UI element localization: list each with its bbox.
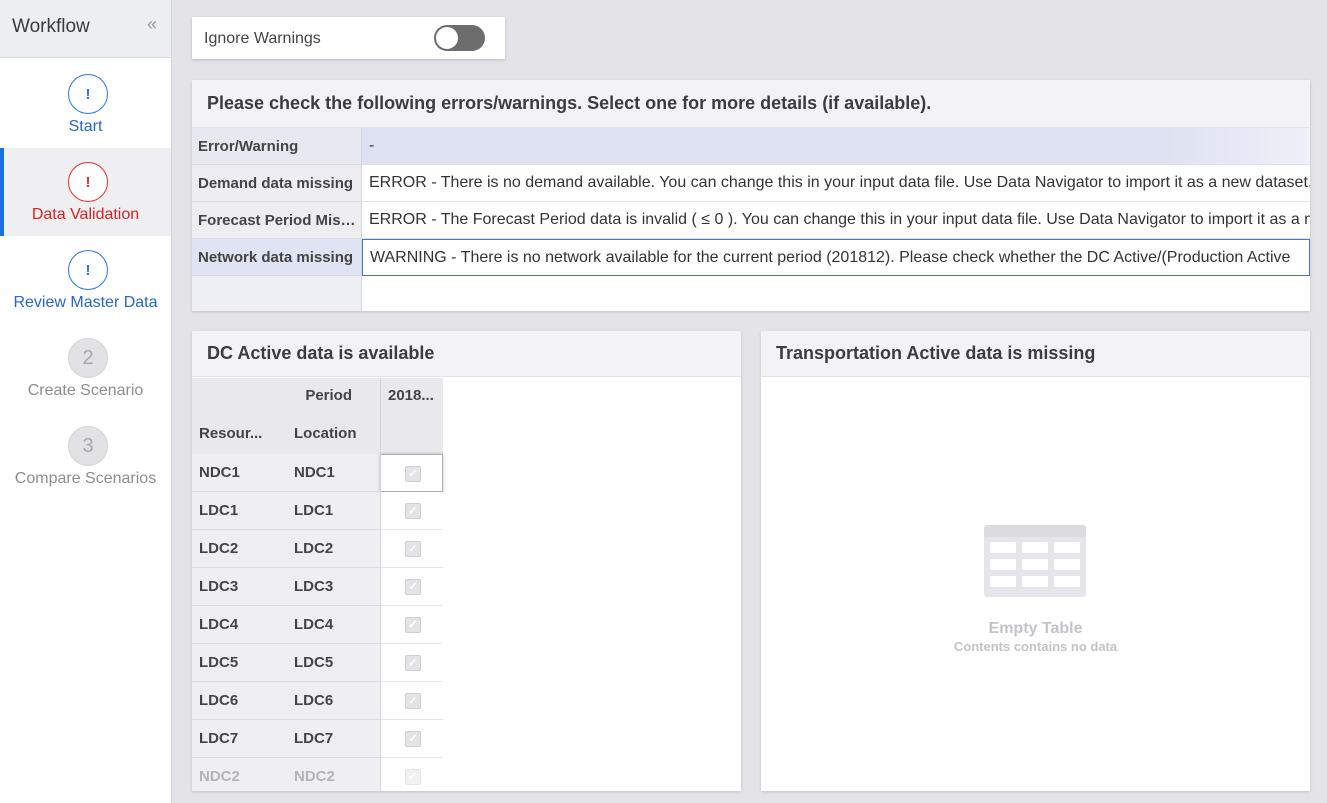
step-start[interactable]: ! Start (0, 60, 171, 148)
column-header-period[interactable]: Period (192, 378, 380, 416)
transport-panel-title: Transportation Active data is missing (776, 343, 1096, 363)
checkbox-checked-icon[interactable]: ✓ (405, 769, 421, 785)
dc-active-checkbox-cell[interactable]: ✓ (380, 644, 443, 682)
dc-panel-title: DC Active data is available (207, 343, 435, 363)
sidebar-title: Workflow (12, 16, 90, 37)
resource-cell[interactable]: LDC2 (192, 530, 287, 568)
location-cell[interactable]: LDC4 (287, 606, 380, 644)
resource-cell[interactable]: NDC1 (192, 454, 287, 492)
step-label: Review Master Data (13, 294, 158, 311)
empty-table-icon-cell (1022, 542, 1048, 553)
step-create-scenario: 2 Create Scenario (0, 324, 171, 412)
empty-table-icon-cell (990, 576, 1016, 587)
warning-icon: ! (68, 74, 108, 114)
errors-warnings-panel: Please check the following errors/warnin… (192, 80, 1310, 311)
location-cell[interactable]: LDC2 (287, 530, 380, 568)
error-icon: ! (68, 162, 108, 202)
location-cell[interactable]: LDC5 (287, 644, 380, 682)
ignore-warnings-label: Ignore Warnings (204, 30, 321, 47)
column-divider (380, 378, 381, 791)
error-name[interactable]: Forecast Period Missi... (192, 202, 362, 239)
checkbox-checked-icon[interactable]: ✓ (405, 617, 421, 633)
empty-table-subtitle: Contents contains no data (953, 639, 1118, 654)
ignore-warnings-toggle[interactable] (434, 25, 485, 51)
table-row[interactable]: Demand data missing ERROR - There is no … (192, 165, 1310, 202)
column-header-resource[interactable]: Resour... (192, 416, 287, 454)
dc-active-checkbox-cell[interactable]: ✓ (380, 454, 443, 492)
dc-active-checkbox-cell[interactable]: ✓ (380, 682, 443, 720)
checkbox-checked-icon[interactable]: ✓ (405, 693, 421, 709)
column-header-error-warning[interactable]: Error/Warning (192, 128, 362, 165)
location-cell[interactable]: NDC2 (287, 758, 380, 791)
empty-table-title: Empty Table (988, 620, 1083, 637)
empty-table-icon-header (984, 525, 1086, 537)
empty-table-icon-cell (1054, 542, 1080, 553)
error-message[interactable]: ERROR - There is no demand available. Yo… (362, 165, 1310, 202)
error-message[interactable]: WARNING - There is no network available … (362, 239, 1310, 276)
location-cell[interactable]: LDC6 (287, 682, 380, 720)
dc-active-checkbox-cell[interactable]: ✓ (380, 720, 443, 758)
workflow-sidebar: Workflow « ! Start ! Data Validation ! R… (0, 0, 172, 803)
errors-table-header: Error/Warning - (192, 128, 1310, 165)
collapse-icon[interactable]: « (147, 14, 157, 35)
dc-active-checkbox-cell[interactable]: ✓ (380, 568, 443, 606)
error-name[interactable]: Network data missing (192, 239, 362, 276)
dc-active-checkbox-cell[interactable]: ✓ (380, 758, 443, 791)
dc-active-checkbox-cell[interactable]: ✓ (380, 606, 443, 644)
empty-table-icon-cell (990, 559, 1016, 570)
checkbox-checked-icon[interactable]: ✓ (405, 503, 421, 519)
resource-cell[interactable]: LDC4 (192, 606, 287, 644)
location-cell[interactable]: LDC1 (287, 492, 380, 530)
step-review-master-data[interactable]: ! Review Master Data (0, 236, 171, 324)
transportation-active-panel: Transportation Active data is missing Em… (761, 331, 1310, 791)
resource-cell[interactable]: LDC7 (192, 720, 287, 758)
step-data-validation[interactable]: ! Data Validation (0, 148, 171, 236)
error-message[interactable]: ERROR - The Forecast Period data is inva… (362, 202, 1310, 239)
empty-cell (192, 276, 362, 311)
empty-table-icon-cell (1022, 559, 1048, 570)
empty-table-icon-cell (1022, 576, 1048, 587)
sidebar-header: Workflow « (0, 0, 171, 58)
step-label: Create Scenario (27, 382, 144, 399)
resource-cell[interactable]: LDC3 (192, 568, 287, 606)
checkbox-checked-icon[interactable]: ✓ (405, 579, 421, 595)
checkbox-checked-icon[interactable]: ✓ (405, 731, 421, 747)
errors-panel-title: Please check the following errors/warnin… (207, 93, 932, 113)
resource-cell[interactable]: NDC2 (192, 758, 287, 791)
step-number-icon: 3 (68, 426, 108, 466)
step-number-icon: 2 (68, 338, 108, 378)
error-name[interactable]: Demand data missing (192, 165, 362, 202)
location-cell[interactable]: LDC3 (287, 568, 380, 606)
empty-table-icon (984, 525, 1086, 597)
dc-active-panel: DC Active data is available Period 2018.… (192, 331, 741, 791)
checkbox-checked-icon[interactable]: ✓ (405, 541, 421, 557)
warning-icon: ! (68, 250, 108, 290)
toggle-knob (436, 27, 458, 49)
step-label: Compare Scenarios (14, 470, 157, 487)
location-cell[interactable]: LDC7 (287, 720, 380, 758)
resource-cell[interactable]: LDC5 (192, 644, 287, 682)
empty-table-icon-cell (1054, 576, 1080, 587)
checkbox-checked-icon[interactable]: ✓ (405, 655, 421, 671)
table-row-selected[interactable]: Network data missing WARNING - There is … (192, 239, 1310, 276)
step-label: Start (68, 118, 103, 135)
checkbox-checked-icon[interactable]: ✓ (405, 466, 421, 482)
resource-cell[interactable]: LDC6 (192, 682, 287, 720)
location-cell[interactable]: NDC1 (287, 454, 380, 492)
step-compare-scenarios: 3 Compare Scenarios (0, 412, 171, 500)
table-row[interactable]: Forecast Period Missi... ERROR - The For… (192, 202, 1310, 239)
dc-active-checkbox-cell[interactable]: ✓ (380, 530, 443, 568)
resource-cell[interactable]: LDC1 (192, 492, 287, 530)
empty-cell (362, 276, 1310, 311)
dc-active-checkbox-cell[interactable]: ✓ (380, 492, 443, 530)
empty-table-icon-cell (1054, 559, 1080, 570)
empty-table-icon-cell (990, 542, 1016, 553)
column-header-period-value[interactable]: 2018... (380, 378, 443, 454)
step-label: Data Validation (31, 206, 140, 223)
column-header-message[interactable]: - (362, 128, 1310, 165)
table-row-empty (192, 276, 1310, 311)
column-header-location[interactable]: Location (287, 416, 380, 454)
